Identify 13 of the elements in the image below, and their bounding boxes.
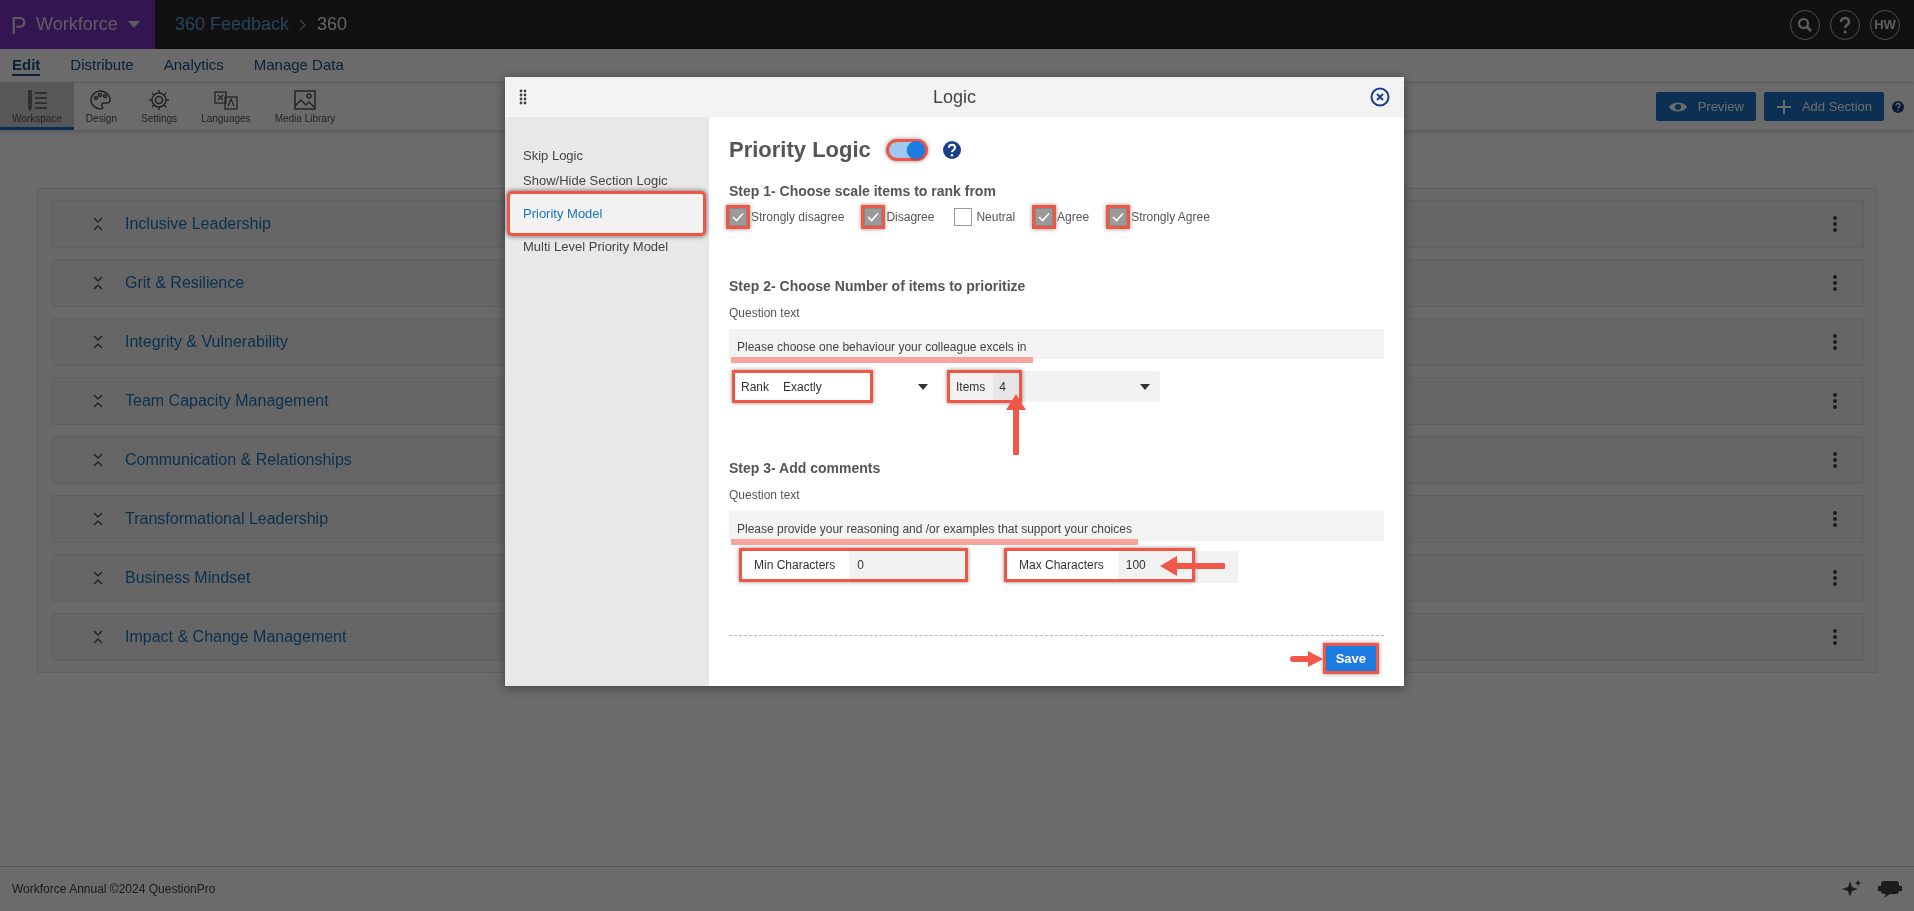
step-title: Step 1- Choose scale items to rank from [729, 183, 997, 199]
checkbox-label: Neutral [976, 210, 1016, 224]
checkbox-label: Strongly disagree [751, 210, 845, 224]
step-title: Step 2- Choose Number of items to prioritize [729, 278, 1027, 294]
section-heading: Priority Logic [729, 137, 871, 163]
step-title: Step 3- Add comments [729, 460, 882, 476]
dialog-title: Logic [933, 86, 976, 108]
field-label: Question text [729, 306, 801, 320]
checkbox-label: Agree [1057, 210, 1090, 224]
footer-text: Workforce Annual ©2024 QuestionPro [12, 882, 216, 896]
breadcrumb-item: 360 [317, 14, 348, 35]
checkbox-label: Strongly Agree [1131, 210, 1210, 224]
checkbox-label: Disagree [886, 210, 935, 224]
